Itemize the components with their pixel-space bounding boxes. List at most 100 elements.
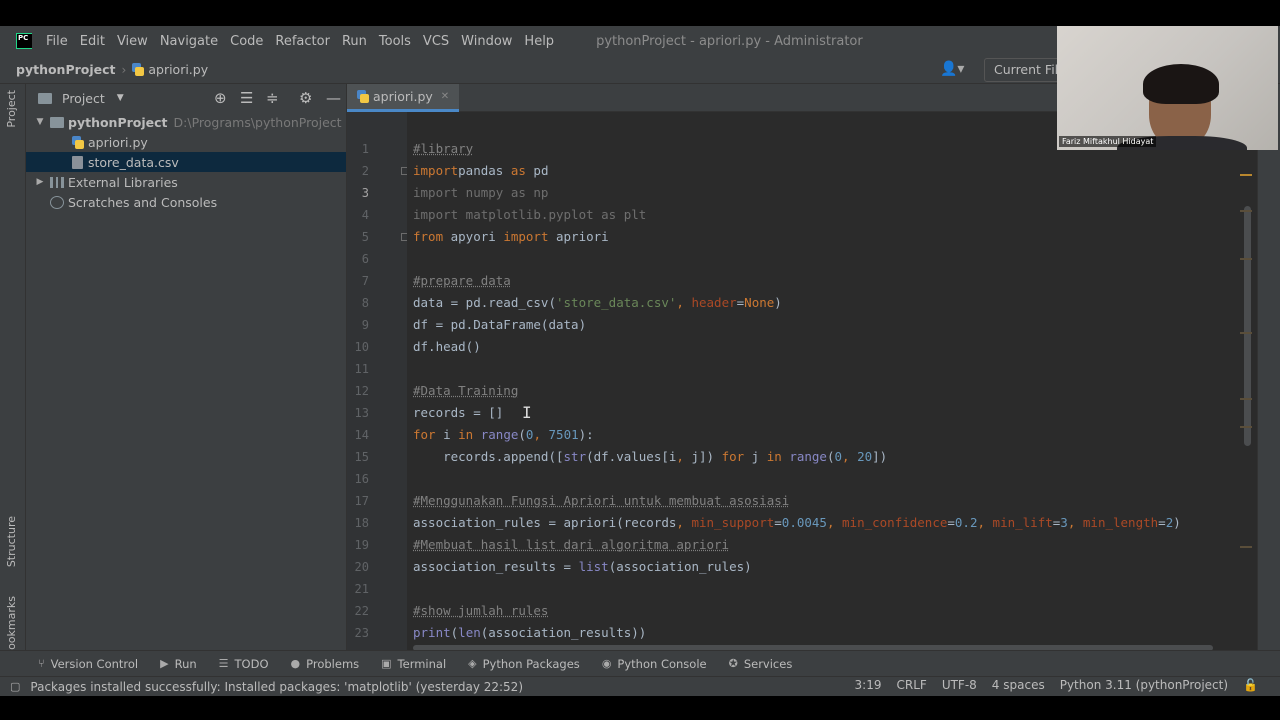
marker-icon[interactable]	[1240, 426, 1252, 428]
line-number: 9	[361, 318, 369, 332]
marker-icon[interactable]	[1240, 398, 1252, 400]
lock-icon[interactable]: 🔓	[1243, 678, 1258, 692]
chevron-right-icon[interactable]: ▶	[34, 177, 46, 187]
chevron-down-icon[interactable]: ▼	[34, 117, 46, 127]
status-message[interactable]: Packages installed successfully: Install…	[30, 680, 523, 694]
tool-run[interactable]: ▶ Run	[160, 657, 197, 671]
menu-refactor[interactable]: Refactor	[275, 34, 330, 49]
line-number: 17	[354, 494, 369, 508]
tree-item-scratches[interactable]: Scratches and Consoles	[26, 192, 346, 212]
locate-file-icon[interactable]: ⊕	[214, 89, 227, 107]
services-icon: ✪	[728, 657, 738, 670]
tool-label: Problems	[306, 656, 360, 671]
menu-file[interactable]: File	[46, 34, 68, 49]
code-line[interactable]: importpandas as pd	[413, 160, 548, 182]
tree-item-label: pythonProject	[68, 114, 168, 130]
user-icon[interactable]: 👤▾	[940, 61, 964, 77]
code-line[interactable]: #Menggunakan Fungsi Apriori untuk membua…	[413, 490, 789, 512]
line-number: 6	[361, 252, 369, 266]
menu-code[interactable]: Code	[230, 34, 263, 49]
code-line[interactable]: for i in range(0, 7501):	[413, 424, 594, 446]
menu-edit[interactable]: Edit	[80, 34, 105, 49]
terminal-icon: ▣	[381, 657, 392, 670]
menu-window[interactable]: Window	[461, 34, 512, 49]
folder-icon	[50, 116, 64, 128]
text-cursor-icon: I	[522, 403, 532, 422]
close-icon[interactable]: ✕	[441, 91, 449, 102]
tree-item-external-libraries[interactable]: ▶ External Libraries	[26, 172, 346, 192]
code-line[interactable]: association_results = list(association_r…	[413, 556, 752, 578]
code-line[interactable]: #library	[413, 138, 473, 160]
tree-item-apriori-py[interactable]: apriori.py	[26, 132, 346, 152]
line-number: 18	[354, 516, 369, 530]
breadcrumb-project[interactable]: pythonProject	[16, 62, 116, 77]
code-line[interactable]: records.append([str(df.values[i, j]) for…	[413, 446, 887, 468]
code-line[interactable]: records = []	[413, 402, 503, 424]
line-number: 3	[361, 186, 369, 200]
file-encoding[interactable]: UTF-8	[942, 678, 977, 692]
editor-tab-apriori[interactable]: apriori.py ✕	[347, 84, 460, 112]
code-line[interactable]: association_rules = apriori(records, min…	[413, 512, 1181, 534]
packages-icon: ◈	[468, 657, 477, 670]
tool-label: Run	[174, 656, 197, 671]
right-tool-strip	[1257, 84, 1280, 650]
line-number: 5	[361, 230, 369, 244]
line-number: 22	[354, 604, 369, 618]
tool-services[interactable]: ✪ Services	[729, 657, 793, 671]
tool-terminal[interactable]: ▣ Terminal	[381, 657, 446, 671]
caret-position[interactable]: 3:19	[855, 678, 882, 692]
side-tab-project[interactable]: Project	[5, 90, 18, 128]
chevron-down-icon[interactable]: ▼	[117, 93, 124, 103]
branch-icon: ⑂	[38, 657, 45, 670]
breadcrumb-file[interactable]: apriori.py	[132, 62, 208, 77]
vertical-scrollbar[interactable]	[1244, 206, 1251, 446]
line-number: 15	[354, 450, 369, 464]
status-bar: ▢ Packages installed successfully: Insta…	[0, 676, 1280, 696]
code-line[interactable]: #prepare data	[413, 270, 511, 292]
code-line[interactable]: import matplotlib.pyplot as plt	[413, 204, 646, 226]
line-number: 23	[354, 626, 369, 640]
code-editor[interactable]: #library importpandas as pd import numpy a…	[407, 112, 1257, 650]
tool-todo[interactable]: ☰ TODO	[219, 657, 269, 671]
warning-marker-icon[interactable]	[1240, 174, 1252, 176]
minimize-icon[interactable]: —	[326, 89, 341, 107]
code-line[interactable]: from apyori import apriori	[413, 226, 609, 248]
code-line[interactable]: #Data Training	[413, 380, 518, 402]
menu-view[interactable]: View	[117, 34, 148, 49]
tool-python-packages[interactable]: ◈ Python Packages	[468, 657, 580, 671]
code-line[interactable]: import numpy as np	[413, 182, 548, 204]
tool-version-control[interactable]: ⑂ Version Control	[38, 657, 138, 671]
tree-item-store-data-csv[interactable]: store_data.csv	[26, 152, 346, 172]
marker-icon[interactable]	[1240, 332, 1252, 334]
code-line[interactable]: df.head()	[413, 336, 481, 358]
code-line[interactable]: #show jumlah rules	[413, 600, 548, 622]
code-line[interactable]: data = pd.read_csv('store_data.csv', hea…	[413, 292, 782, 314]
tool-label: Services	[743, 656, 793, 671]
marker-icon[interactable]	[1240, 546, 1252, 548]
line-separator[interactable]: CRLF	[897, 678, 927, 692]
side-tab-structure[interactable]: Structure	[5, 516, 18, 567]
side-tab-bookmarks[interactable]: Bookmarks	[5, 596, 18, 657]
tree-item-project-root[interactable]: ▼ pythonProject D:\Programs\pythonProjec…	[26, 112, 346, 132]
indent-setting[interactable]: 4 spaces	[992, 678, 1045, 692]
marker-icon[interactable]	[1240, 210, 1252, 212]
line-number: 16	[354, 472, 369, 486]
tool-python-console[interactable]: ◉ Python Console	[602, 657, 707, 671]
menu-run[interactable]: Run	[342, 34, 367, 49]
code-line[interactable]: df = pd.DataFrame(data)	[413, 314, 586, 336]
project-panel-title[interactable]: Project	[62, 91, 105, 106]
expand-all-icon[interactable]: ☰	[240, 89, 253, 107]
scratches-icon	[50, 195, 64, 209]
code-line[interactable]: #Membuat hasil list dari algoritma aprio…	[413, 534, 729, 556]
marker-icon[interactable]	[1240, 258, 1252, 260]
menu-help[interactable]: Help	[524, 34, 554, 49]
panel-toggle-icon[interactable]: ▢	[10, 680, 20, 693]
gear-icon[interactable]: ⚙	[299, 89, 312, 107]
menu-vcs[interactable]: VCS	[423, 34, 449, 49]
menu-tools[interactable]: Tools	[379, 34, 411, 49]
collapse-all-icon[interactable]: ≑	[266, 89, 279, 107]
code-line[interactable]: print(len(association_results))	[413, 622, 646, 644]
menu-navigate[interactable]: Navigate	[160, 34, 218, 49]
interpreter-selector[interactable]: Python 3.11 (pythonProject)	[1060, 678, 1228, 692]
tool-problems[interactable]: ● Problems	[291, 657, 360, 671]
